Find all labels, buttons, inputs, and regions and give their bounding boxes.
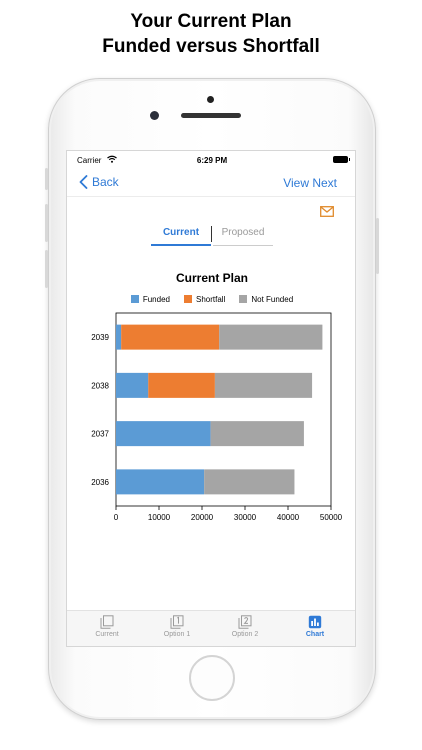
segment-divider <box>211 226 212 242</box>
x-tick-label: 50000 <box>320 513 343 522</box>
legend-item-shortfall: Shortfall <box>183 293 226 305</box>
x-tick-label: 40000 <box>277 513 300 522</box>
tab-current[interactable]: Current <box>77 615 137 638</box>
headline-line-1: Your Current Plan <box>130 11 292 32</box>
tab-chart[interactable]: Chart <box>285 615 345 638</box>
mail-icon[interactable] <box>320 206 334 217</box>
stacked-bar-chart: 2039 2038 2037 2036 0 10000 20000 30000 40000 500… <box>67 309 355 529</box>
tab-chart-label: Chart <box>305 631 325 638</box>
chart-svg: 2039 2038 2037 2036 0 10000 20000 30000 40000 500… <box>91 312 343 522</box>
chart-title: Current Plan <box>175 271 248 285</box>
segment-current[interactable]: Current <box>151 224 211 246</box>
tab-option-1[interactable]: Option 1 <box>147 615 207 638</box>
tab-option-1-label: Option 1 <box>163 631 191 638</box>
app-screen: Carrier 6:29 PM Back View Next Current P… <box>66 150 356 647</box>
status-time: 6:29 PM <box>196 156 228 165</box>
tab-option-2-label: Option 2 <box>231 631 259 638</box>
legend-label-shortfall: Shortfall <box>195 294 226 304</box>
back-button[interactable]: Back <box>79 175 119 189</box>
bar-funded-2039 <box>116 324 122 350</box>
proximity-sensor <box>207 96 214 103</box>
legend-item-funded: Funded <box>130 293 170 305</box>
phone-volume-up <box>45 204 48 242</box>
x-tick-label: 10000 <box>148 513 171 522</box>
legend-swatch-not-funded <box>239 295 248 303</box>
y-tick-label: 2039 <box>91 333 109 342</box>
headline-line-2: Funded versus Shortfall <box>102 36 320 57</box>
tab-bar: Current Option 1 Option 2 Chart <box>67 610 355 646</box>
y-tick-label: 2036 <box>91 478 109 487</box>
bar-not-funded-2037 <box>210 421 304 447</box>
bar-funded-2036 <box>116 469 205 495</box>
y-tick-label: 2037 <box>91 430 109 439</box>
page-one-icon <box>170 615 184 629</box>
x-tick-label: 30000 <box>234 513 257 522</box>
earpiece-speaker <box>181 113 241 118</box>
back-label: Back <box>92 175 119 189</box>
x-tick-label: 20000 <box>191 513 214 522</box>
legend-swatch-shortfall <box>183 295 192 303</box>
status-bar: Carrier 6:29 PM <box>67 151 355 169</box>
chevron-left-icon <box>79 175 88 189</box>
battery-icon <box>333 156 350 163</box>
bar-chart-icon <box>308 615 322 629</box>
chart-legend: Funded Shortfall Not Funded <box>67 293 355 305</box>
view-next-button[interactable]: View Next <box>283 176 337 190</box>
bar-funded-2037 <box>116 421 211 447</box>
navigation-bar: Back View Next <box>67 169 355 197</box>
tab-current-label: Current <box>95 631 119 638</box>
bar-not-funded-2036 <box>204 469 295 495</box>
tab-option-2[interactable]: Option 2 <box>215 615 275 638</box>
legend-swatch-funded <box>130 295 139 303</box>
home-button[interactable] <box>189 655 235 701</box>
legend-label-funded: Funded <box>142 294 170 304</box>
legend-label-not-funded: Not Funded <box>251 294 294 304</box>
bar-not-funded-2038 <box>214 372 313 398</box>
page-two-icon <box>238 615 252 629</box>
phone-power-button <box>376 218 379 274</box>
phone-side-button <box>45 168 48 190</box>
front-camera <box>150 111 159 120</box>
bar-shortfall-2038 <box>148 372 215 398</box>
segment-proposed[interactable]: Proposed <box>213 224 273 246</box>
x-tick-label: 0 <box>114 513 119 522</box>
legend-item-not-funded: Not Funded <box>239 293 293 305</box>
phone-volume-down <box>45 250 48 288</box>
bar-not-funded-2039 <box>219 324 323 350</box>
stacked-pages-icon <box>100 615 114 629</box>
bar-shortfall-2039 <box>121 324 220 350</box>
plan-segmented-control: Current Proposed <box>151 224 273 246</box>
y-tick-label: 2038 <box>91 381 109 390</box>
bar-funded-2038 <box>116 372 149 398</box>
